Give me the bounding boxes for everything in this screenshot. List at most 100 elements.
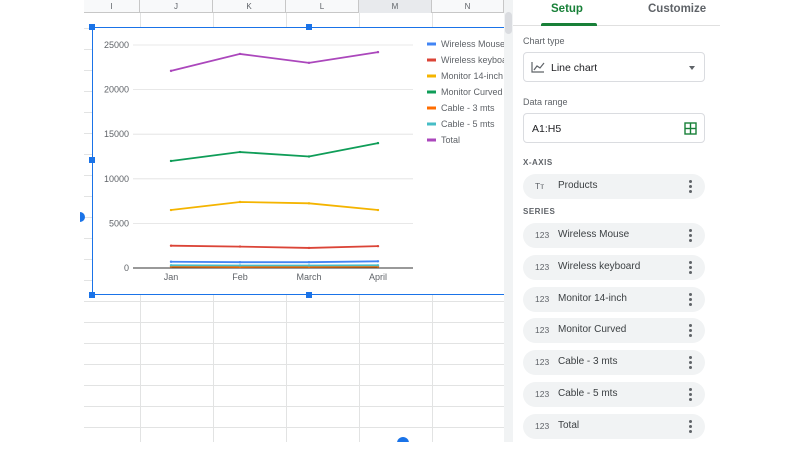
tab-customize[interactable]: Customize	[648, 3, 706, 15]
series-chip[interactable]: 123 Monitor Curved	[523, 318, 705, 344]
more-vert-icon[interactable]	[689, 180, 693, 193]
x-tick-label: Feb	[232, 272, 248, 282]
column-header-k[interactable]: K	[213, 0, 286, 13]
series-line[interactable]	[170, 260, 379, 264]
data-point[interactable]	[307, 261, 311, 264]
x-tick-label: Jan	[164, 272, 179, 282]
data-point[interactable]	[169, 244, 173, 247]
chart-handle-top[interactable]	[306, 24, 312, 30]
data-point[interactable]	[169, 69, 173, 73]
chart-canvas: 0 5000 10000 15000 20000 25000 Jan Feb March Apri…	[104, 39, 507, 282]
series-chip-label: Monitor 14-inch	[558, 292, 627, 304]
grid-line-horizontal	[84, 406, 504, 407]
number-type-icon: 123	[535, 420, 550, 431]
data-point[interactable]	[169, 159, 173, 163]
data-point[interactable]	[169, 264, 173, 267]
chart-handle-bottom-left[interactable]	[89, 292, 95, 298]
series-chip[interactable]: 123 Total	[523, 413, 705, 439]
series-chip[interactable]: 123 Cable - 5 mts	[523, 382, 705, 407]
scrollbar-thumb[interactable]	[505, 12, 512, 34]
series-line[interactable]	[170, 51, 379, 72]
series-line[interactable]	[170, 201, 379, 211]
series-chip[interactable]: 123 Cable - 3 mts	[523, 350, 705, 376]
column-header-l[interactable]: L	[286, 0, 359, 13]
legend-label: Monitor 14-inch	[441, 71, 503, 81]
data-point[interactable]	[376, 260, 380, 263]
editor-tabs: Setup Customize	[513, 0, 720, 26]
data-point[interactable]	[376, 264, 380, 267]
y-tick-label: 15000	[104, 129, 129, 139]
chart-handle-bottom[interactable]	[306, 292, 312, 298]
series-chip[interactable]: 123 Wireless Mouse	[523, 223, 705, 248]
data-point[interactable]	[376, 141, 380, 145]
data-point[interactable]	[376, 208, 380, 212]
data-point[interactable]	[169, 208, 173, 212]
grid-line-horizontal	[84, 322, 504, 323]
data-point[interactable]	[307, 202, 311, 205]
data-point[interactable]	[238, 261, 242, 264]
chart-type-select[interactable]: Line chart	[523, 52, 705, 82]
more-vert-icon[interactable]	[689, 419, 693, 433]
chart-editor-panel: Setup Customize Chart type Line chart Da…	[513, 0, 720, 442]
column-header-j[interactable]: J	[140, 0, 213, 13]
more-vert-icon[interactable]	[689, 388, 693, 401]
legend-label: Cable - 5 mts	[441, 119, 495, 129]
vertical-scrollbar[interactable]	[504, 0, 513, 442]
chart-handle-top-left[interactable]	[89, 24, 95, 30]
series-chip-label: Wireless keyboard	[558, 260, 641, 272]
chevron-down-icon	[689, 66, 695, 70]
series-chip[interactable]: 123 Monitor 14-inch	[523, 286, 705, 312]
chart-handle-left[interactable]	[89, 157, 95, 163]
series-chip-label: Total	[558, 419, 580, 431]
series-line[interactable]	[170, 142, 379, 162]
data-range-value: A1:H5	[532, 123, 562, 135]
data-point[interactable]	[376, 50, 380, 54]
data-point[interactable]	[238, 264, 242, 267]
grid-line-horizontal	[84, 427, 504, 428]
legend-swatch	[427, 42, 436, 46]
data-point[interactable]	[307, 246, 311, 250]
data-point[interactable]	[238, 245, 242, 248]
more-vert-icon[interactable]	[689, 324, 693, 338]
data-point[interactable]	[238, 150, 242, 154]
number-type-icon: 123	[535, 293, 550, 304]
data-point[interactable]	[307, 61, 311, 65]
grid-select-icon[interactable]	[684, 122, 697, 135]
y-tick-label: 0	[124, 263, 129, 273]
x-axis-chip[interactable]: Tт Products	[523, 174, 705, 199]
chart-type-value: Line chart	[551, 62, 598, 74]
series-chip-label: Monitor Curved	[558, 324, 627, 336]
grid-line-horizontal	[84, 364, 504, 365]
grid-line-horizontal	[84, 343, 504, 344]
number-type-icon: 123	[535, 230, 550, 240]
grid-line-horizontal	[84, 385, 504, 386]
data-point[interactable]	[169, 260, 173, 263]
legend-swatch	[427, 74, 436, 78]
y-tick-label: 5000	[109, 218, 129, 228]
data-point[interactable]	[307, 264, 311, 267]
column-header-i[interactable]: I	[84, 0, 140, 13]
series-line[interactable]	[170, 244, 379, 249]
more-vert-icon[interactable]	[689, 356, 693, 370]
data-point[interactable]	[307, 155, 311, 158]
tab-setup[interactable]: Setup	[551, 3, 583, 15]
series-chip-label: Wireless Mouse	[558, 229, 630, 240]
chart-type-label: Chart type	[523, 36, 565, 46]
data-point[interactable]	[238, 200, 242, 204]
more-vert-icon[interactable]	[689, 292, 693, 306]
active-tab-indicator	[541, 23, 597, 26]
legend-label: Wireless Mouse	[441, 39, 505, 49]
data-range-input[interactable]: A1:H5	[523, 113, 705, 143]
data-point[interactable]	[238, 52, 242, 56]
x-tick-label: April	[369, 272, 387, 282]
series-chip[interactable]: 123 Wireless keyboard	[523, 254, 705, 280]
legend-swatch	[427, 138, 436, 142]
data-point[interactable]	[376, 244, 380, 248]
column-header-m[interactable]: M	[359, 0, 432, 13]
bottom-strip	[0, 442, 800, 450]
line-chart[interactable]: 0 5000 10000 15000 20000 25000 Jan Feb March Apri…	[89, 24, 511, 298]
more-vert-icon[interactable]	[689, 229, 693, 242]
column-header-n[interactable]: N	[432, 0, 504, 13]
legend-label: Monitor Curved	[441, 87, 503, 97]
more-vert-icon[interactable]	[689, 260, 693, 274]
